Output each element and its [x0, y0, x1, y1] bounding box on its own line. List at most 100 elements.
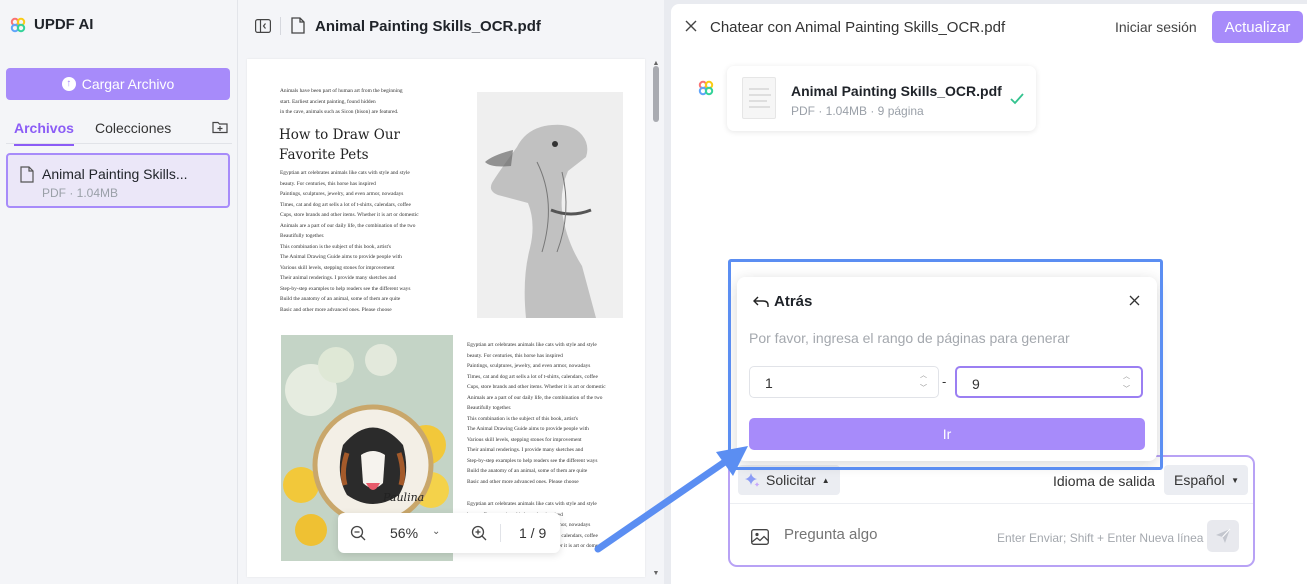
- text-line: Times, cat and dog art sells a lot of t-…: [467, 373, 598, 380]
- text-line: Egyptian art celebrates animals like cat…: [467, 501, 597, 507]
- send-icon: [1216, 528, 1231, 543]
- range-separator: -: [942, 374, 947, 389]
- sidebar-toggle-icon[interactable]: [255, 19, 271, 33]
- send-button[interactable]: [1207, 520, 1239, 552]
- caret-down-icon: ▼: [1231, 476, 1239, 485]
- text-line: Egyptian art celebrates animals like cat…: [280, 170, 410, 176]
- scroll-thumb[interactable]: [653, 66, 659, 122]
- embroidery-text: Paulina: [382, 491, 424, 504]
- viewer-scrollbar[interactable]: ▲ ▼: [651, 60, 661, 580]
- output-language-value: Español: [1174, 472, 1225, 488]
- text-line: The Animal Drawing Guide aims to provide…: [280, 254, 402, 260]
- thumbnail-line: [749, 94, 771, 96]
- page-range-instructions: Por favor, ingresa el rango de páginas p…: [749, 330, 1070, 346]
- zoom-out-icon[interactable]: [350, 525, 366, 541]
- text-line: beauty. For centuries, this horse has in…: [467, 352, 563, 359]
- pdf-page[interactable]: Animals have been part of human art from…: [247, 59, 645, 577]
- page-intro: Animals have been part of human art from…: [280, 86, 460, 118]
- page-range-popup: Atrás Por favor, ingresa el rango de pág…: [737, 277, 1157, 461]
- sidebar-tabs: Archivos Colecciones: [6, 114, 232, 146]
- zoom-divider: [500, 524, 501, 542]
- close-icon[interactable]: [1129, 295, 1140, 306]
- page-from-input[interactable]: 1 ︿ ﹀: [749, 366, 939, 398]
- document-title: Animal Painting Skills_OCR.pdf: [315, 18, 541, 35]
- zoom-level[interactable]: 56%: [390, 525, 418, 541]
- prompt-mode-label: Solicitar: [766, 472, 816, 488]
- text-line: Egyptian art celebrates animals like cat…: [467, 342, 597, 348]
- upload-file-button[interactable]: ↑ Cargar Archivo: [6, 68, 230, 100]
- page-heading: How to Draw Our Favorite Pets: [279, 125, 469, 165]
- page-body-left: Egyptian art celebrates animals like cat…: [280, 168, 470, 315]
- upload-icon: ↑: [61, 77, 76, 91]
- question-input[interactable]: [784, 526, 984, 543]
- viewer-header: Animal Painting Skills_OCR.pdf: [238, 0, 664, 52]
- attached-document-card[interactable]: Animal Painting Skills_OCR.pdf PDF · 1.0…: [727, 66, 1036, 131]
- folder-add-icon[interactable]: [212, 120, 228, 134]
- text-line: Step-by-step examples to help readers se…: [467, 457, 598, 464]
- chat-title: Chatear con Animal Painting Skills_OCR.p…: [710, 19, 1006, 36]
- pdf-viewer: Animal Painting Skills_OCR.pdf Animals h…: [238, 0, 664, 584]
- heading-line: Favorite Pets: [279, 147, 369, 163]
- text-line: Build the anatomy of an animal, some of …: [280, 296, 401, 302]
- heading-line: How to Draw Our: [279, 127, 400, 143]
- page-to-input[interactable]: 9 ︿ ﹀: [955, 366, 1143, 398]
- text-line: Animals have been part of human art from…: [280, 88, 403, 94]
- file-item[interactable]: Animal Painting Skills... PDF · 1.04MB: [6, 153, 230, 208]
- thumbnail-line: [749, 106, 770, 108]
- keyboard-hint: Enter Enviar; Shift + Enter Nueva línea: [997, 531, 1204, 545]
- text-line: Various skill levels, stepping stones fo…: [280, 264, 395, 271]
- file-icon: [20, 166, 34, 183]
- brand: UPDF AI: [10, 16, 93, 33]
- text-line: Step-by-step examples to help readers se…: [280, 285, 411, 292]
- tab-collections[interactable]: Colecciones: [95, 120, 171, 136]
- stepper-icon[interactable]: ︿ ﹀: [1123, 370, 1130, 396]
- text-line: This combination is the subject of this …: [280, 243, 392, 250]
- text-line: Their animal renderings. I provide many …: [467, 447, 584, 453]
- sparkle-icon: [745, 473, 760, 487]
- page-from-value: 1: [765, 375, 773, 391]
- text-line: start. Earliest ancient painting, found …: [280, 98, 376, 105]
- output-language-select[interactable]: Español ▼: [1164, 465, 1248, 495]
- login-link[interactable]: Iniciar sesión: [1115, 19, 1197, 35]
- dog-sketch-image: [477, 92, 623, 318]
- input-divider: [730, 503, 1253, 504]
- text-line: Cups, store brands and other items. Whet…: [280, 212, 419, 218]
- back-label: Atrás: [774, 293, 813, 310]
- page-body-right: Egyptian art celebrates animals like cat…: [467, 340, 637, 487]
- scroll-down-icon[interactable]: ▼: [651, 570, 661, 578]
- text-line: in the cave, animals such as Sicon (biso…: [280, 109, 399, 115]
- zoom-in-icon[interactable]: [471, 525, 487, 541]
- text-line: beauty. For centuries, this horse has in…: [280, 180, 376, 187]
- text-line: The Animal Drawing Guide aims to provide…: [467, 426, 589, 432]
- go-button[interactable]: Ir: [749, 418, 1145, 450]
- document-icon: [291, 17, 305, 34]
- page-indicator[interactable]: 1 / 9: [519, 525, 546, 541]
- close-icon[interactable]: [685, 20, 697, 32]
- text-line: Their animal renderings. I provide many …: [280, 275, 397, 281]
- back-button[interactable]: Atrás: [753, 293, 812, 310]
- zoom-toolbar: 56% ⌄ 1 / 9: [338, 513, 560, 553]
- check-icon: [1010, 93, 1024, 105]
- app-name: UPDF AI: [34, 16, 94, 33]
- text-line: Basic and other more advanced ones. Plea…: [467, 478, 579, 485]
- text-line: Basic and other more advanced ones. Plea…: [280, 306, 392, 313]
- file-meta: PDF · 1.04MB: [42, 186, 119, 200]
- document-thumbnail: [742, 77, 776, 119]
- attachment-meta: PDF · 1.04MB · 9 página: [791, 104, 924, 118]
- text-line: Beautifully together.: [280, 233, 325, 239]
- prompt-mode-button[interactable]: Solicitar ▲: [738, 465, 840, 495]
- thumbnail-line: [749, 88, 769, 90]
- chevron-down-icon[interactable]: ⌄: [432, 526, 440, 537]
- chat-input-box: Solicitar ▲ Idioma de salida Español ▼ E…: [728, 455, 1255, 567]
- attachment-name: Animal Painting Skills_OCR.pdf: [791, 83, 1002, 99]
- upgrade-button[interactable]: Actualizar: [1212, 11, 1303, 43]
- text-line: Various skill levels, stepping stones fo…: [467, 436, 582, 443]
- text-line: Animals are a part of our daily life, th…: [467, 394, 603, 401]
- text-line: Cups, store brands and other items. Whet…: [467, 384, 606, 390]
- image-icon[interactable]: [751, 529, 769, 545]
- text-line: Beautifully together.: [467, 405, 512, 411]
- stepper-icon[interactable]: ︿ ﹀: [920, 369, 927, 395]
- tab-files[interactable]: Archivos: [14, 120, 74, 146]
- text-line: This combination is the subject of this …: [467, 415, 579, 422]
- back-arrow-icon: [753, 296, 769, 307]
